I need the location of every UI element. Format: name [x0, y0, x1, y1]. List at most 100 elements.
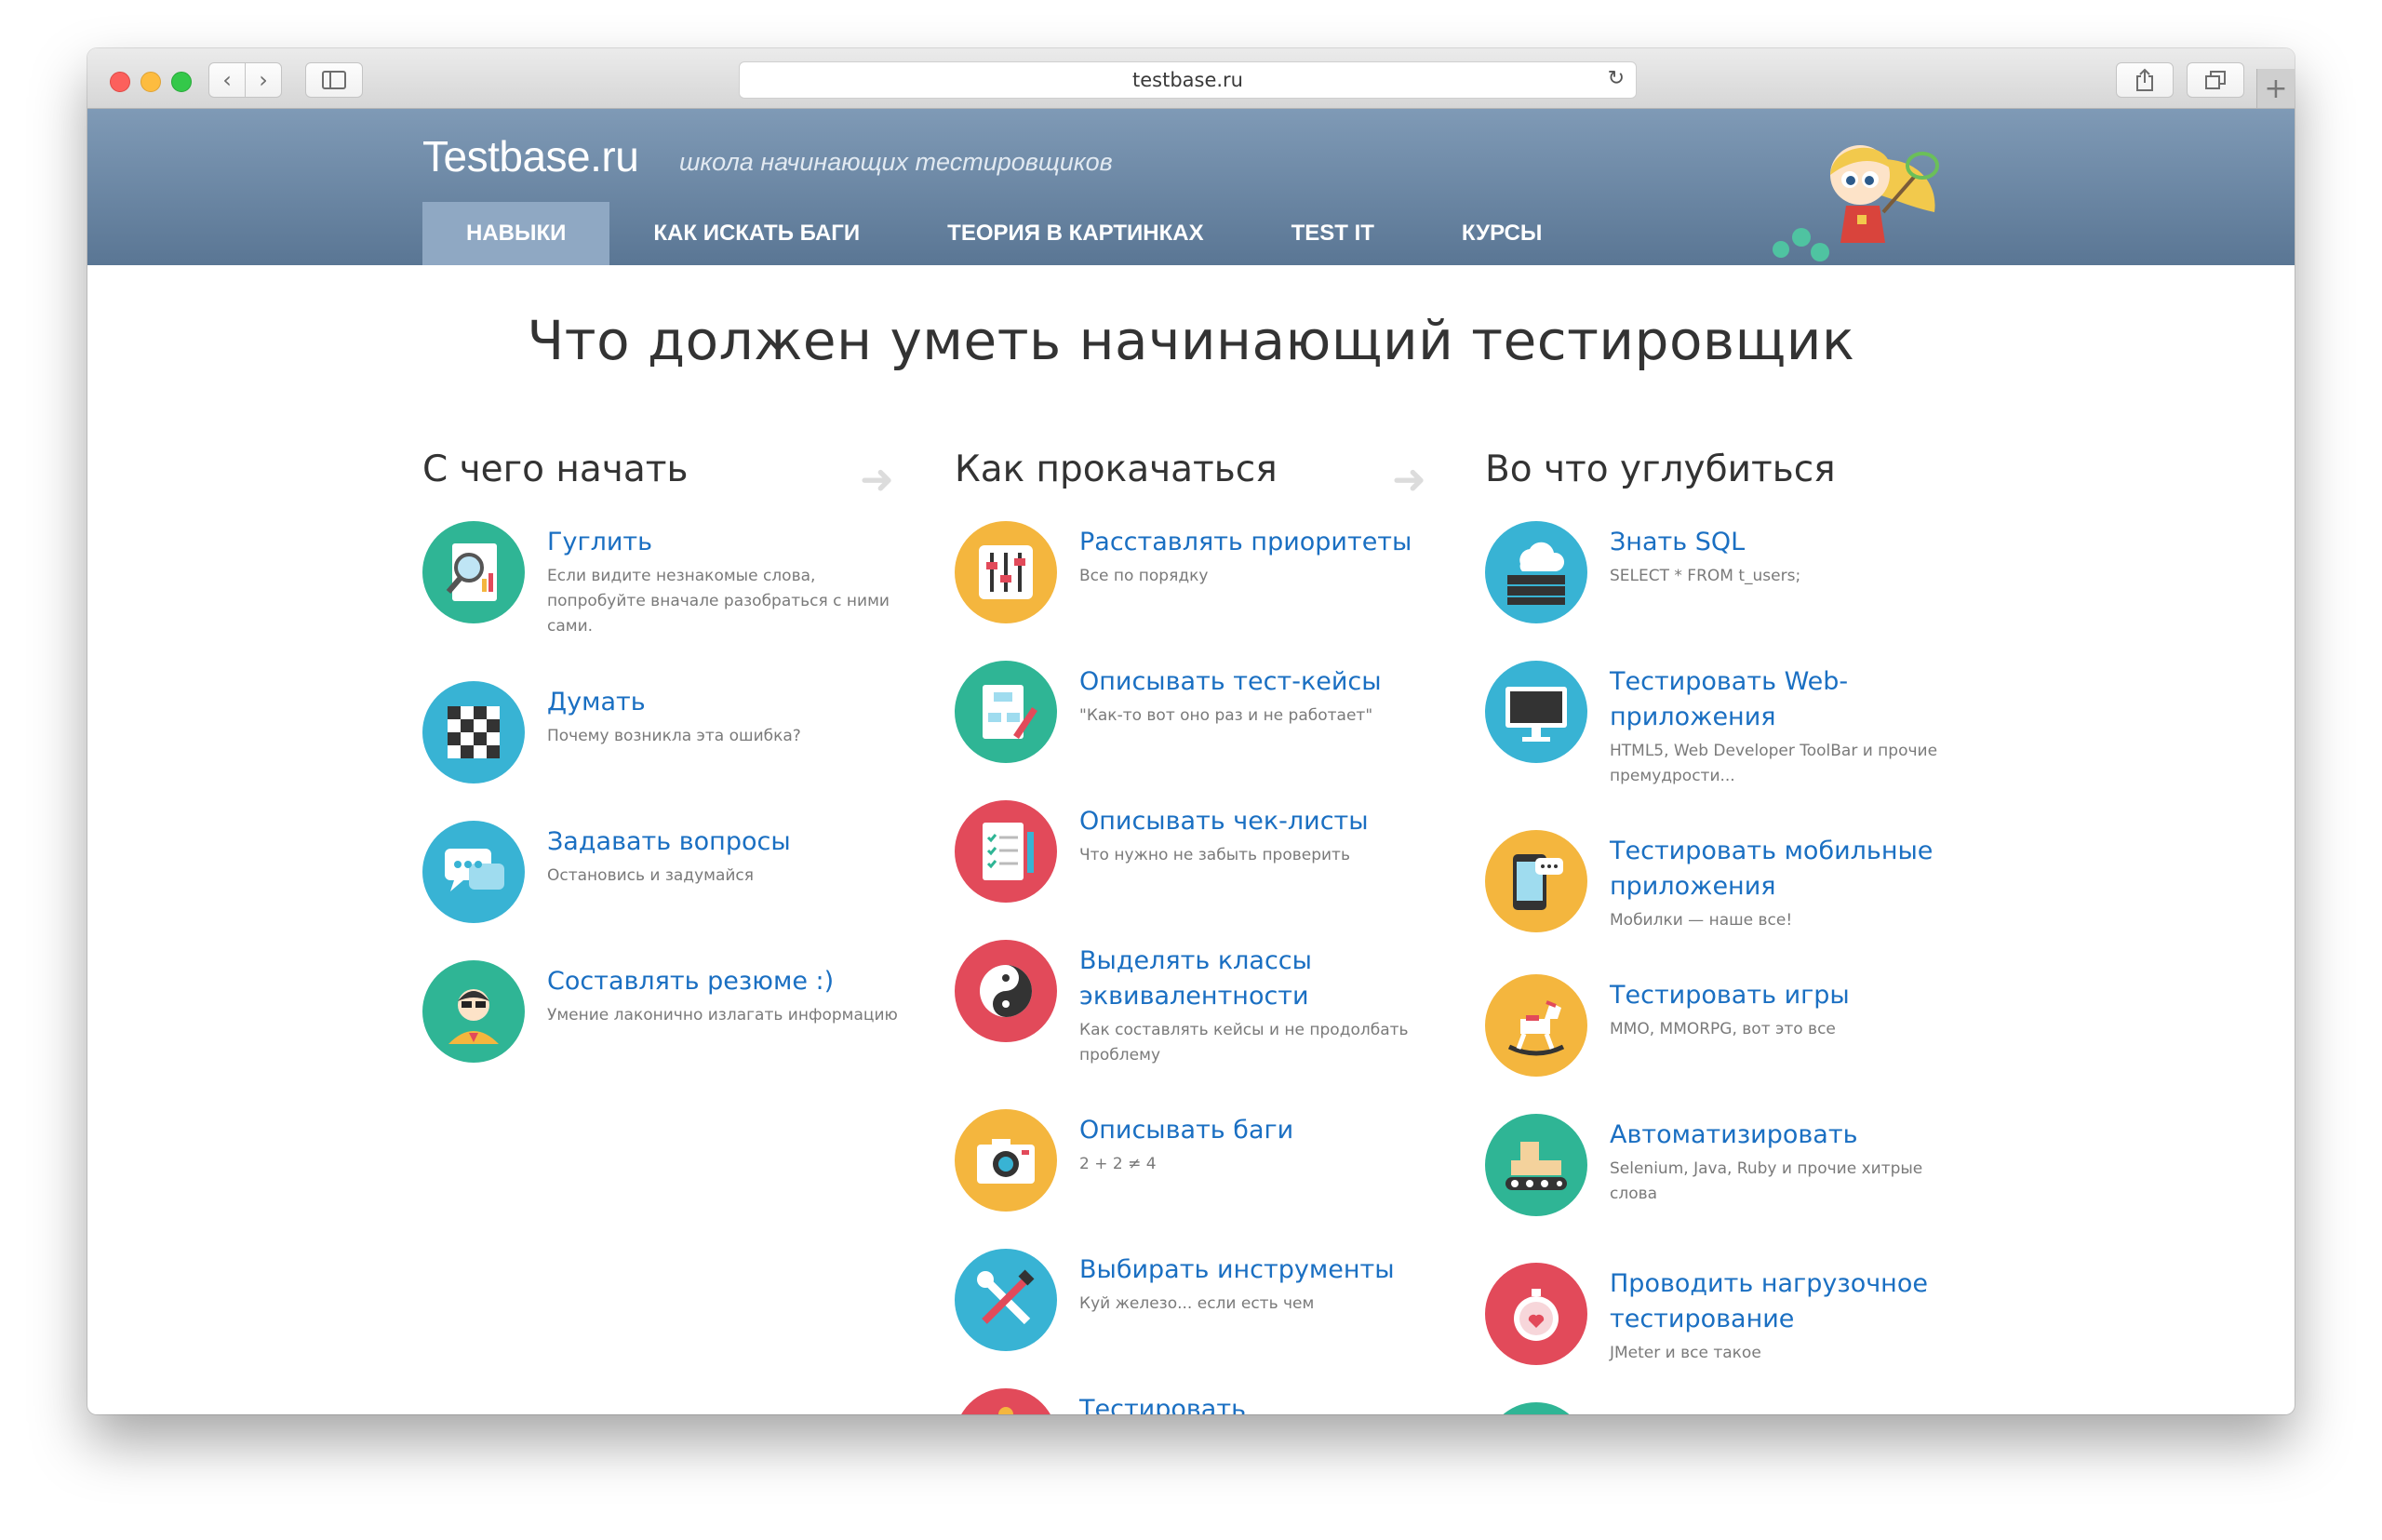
chat-bubbles-icon — [422, 821, 525, 923]
tabs-overview-icon — [2205, 71, 2226, 89]
zoom-window-button[interactable] — [171, 72, 192, 92]
skill-title[interactable]: Задавать вопросы — [547, 824, 910, 860]
url-text: testbase.ru — [1131, 69, 1243, 91]
sidebar-toggle-button[interactable] — [305, 62, 363, 98]
skill-item-games[interactable]: Тестировать игры MMO, MMORPG, вот это вс… — [1485, 974, 1969, 1114]
skill-title[interactable]: Знать SQL — [1610, 525, 1973, 560]
minimize-window-button[interactable] — [141, 72, 161, 92]
skill-item-checklists[interactable]: Описывать чек-листы Что нужно не забыть … — [955, 800, 1439, 940]
site-header: Testbase.ru школа начинающих тестировщик… — [87, 109, 2295, 265]
skill-title[interactable]: Тестировать документацию — [1079, 1392, 1442, 1414]
main-menu: НАВЫКИ КАК ИСКАТЬ БАГИ ТЕОРИЯ В КАРТИНКА… — [422, 202, 1586, 265]
back-button[interactable]: ‹ — [208, 62, 246, 98]
skill-description: Умение лаконично излагать информацию — [547, 1006, 898, 1024]
rocking-horse-icon — [1485, 974, 1587, 1077]
address-bar[interactable]: testbase.ru ↻ — [739, 61, 1637, 99]
skill-item-sql[interactable]: Знать SQL SELECT * FROM t_users; — [1485, 521, 1969, 661]
smartphone-icon — [1485, 830, 1587, 932]
flowchart-pencil-icon — [955, 661, 1057, 763]
yin-yang-icon — [955, 940, 1057, 1042]
close-window-button[interactable] — [110, 72, 130, 92]
chess-board-icon — [422, 681, 525, 783]
skill-description: Что нужно не забыть проверить — [1079, 846, 1350, 864]
skill-item-automation[interactable]: Автоматизировать Selenium, Java, Ruby и … — [1485, 1114, 1969, 1263]
skill-item-web-apps[interactable]: Тестировать Web-приложения HTML5, Web De… — [1485, 661, 1969, 830]
skill-title[interactable]: Описывать чек-листы — [1079, 804, 1442, 839]
skill-item-priorities[interactable]: Расставлять приоритеты Все по порядку — [955, 521, 1439, 661]
skill-title[interactable]: Описывать баги — [1079, 1113, 1442, 1148]
menu-item-test-it[interactable]: TEST IT — [1248, 202, 1418, 265]
partial-icon — [1485, 1402, 1587, 1414]
camera-icon — [955, 1109, 1057, 1212]
skill-description: Все по порядку — [1079, 567, 1209, 585]
skill-title[interactable]: Описывать тест-кейсы — [1079, 664, 1442, 700]
column-title: Во что углубиться — [1485, 449, 1836, 490]
forward-button[interactable]: › — [245, 62, 282, 98]
skill-item-test-cases[interactable]: Описывать тест-кейсы "Как-то вот оно раз… — [955, 661, 1439, 800]
skill-title[interactable]: Тестировать игры — [1610, 978, 1973, 1013]
skill-description: Если видите незнакомые слова, попробуйте… — [547, 567, 890, 636]
document-icon — [955, 1388, 1057, 1414]
column-level-up: Как прокачаться ➜ Расставлять приоритеты… — [955, 449, 1439, 1414]
person-avatar-icon — [422, 960, 525, 1063]
stopwatch-icon — [1485, 1263, 1587, 1365]
skill-item-think[interactable]: Думать Почему возникла эта ошибка? — [422, 681, 906, 821]
skill-item-mobile-apps[interactable]: Тестировать мобильные приложения Мобилки… — [1485, 830, 1969, 974]
chevron-right-icon: › — [259, 67, 268, 93]
skill-item-resume[interactable]: Составлять резюме :) Умение лаконично из… — [422, 960, 906, 1100]
chevron-left-icon: ‹ — [222, 67, 232, 93]
skill-title[interactable]: Проводить нагрузочное тестирование — [1610, 1266, 1973, 1337]
skill-description: SELECT * FROM t_users; — [1610, 567, 1801, 585]
menu-item-find-bugs[interactable]: КАК ИСКАТЬ БАГИ — [609, 202, 903, 265]
reload-icon[interactable]: ↻ — [1608, 67, 1625, 90]
menu-item-skills[interactable]: НАВЫКИ — [422, 202, 610, 265]
skill-title[interactable]: Тестировать мобильные приложения — [1610, 834, 1973, 904]
menu-item-theory[interactable]: ТЕОРИЯ В КАРТИНКАХ — [903, 202, 1247, 265]
search-chart-icon — [422, 521, 525, 623]
share-button[interactable] — [2116, 62, 2174, 98]
skill-title[interactable]: Автоматизировать — [1610, 1118, 1973, 1153]
conveyor-icon — [1485, 1114, 1587, 1216]
skill-title[interactable]: Выбирать инструменты — [1079, 1252, 1442, 1288]
skill-item-questions[interactable]: Задавать вопросы Остановись и задумайся — [422, 821, 906, 960]
arrow-right-icon: ➜ — [1392, 456, 1426, 503]
skill-description: Мобилки — наше все! — [1610, 911, 1793, 930]
share-icon — [2136, 68, 2153, 91]
plus-icon: + — [2264, 72, 2288, 105]
skill-item-google[interactable]: Гуглить Если видите незнакомые слова, по… — [422, 521, 906, 681]
skill-description: 2 + 2 ≠ 4 — [1079, 1155, 1157, 1173]
skill-description: HTML5, Web Developer ToolBar и прочие пр… — [1610, 742, 1938, 785]
browser-window: ‹ › testbase.ru ↻ + Testbase.ru школа на… — [87, 48, 2295, 1414]
skill-title[interactable]: Тестировать Web-приложения — [1610, 664, 1973, 735]
checklist-icon — [955, 800, 1057, 903]
skill-item-equivalence-classes[interactable]: Выделять классы эквивалентности Как сост… — [955, 940, 1439, 1109]
skill-item-docs[interactable]: Тестировать документацию — [955, 1388, 1439, 1414]
arrow-right-icon: ➜ — [860, 456, 894, 503]
wrench-screwdriver-icon — [955, 1249, 1057, 1351]
mascot-illustration — [1773, 145, 1939, 261]
skill-title[interactable]: Думать — [547, 685, 910, 720]
skill-description: "Как-то вот оно раз и не работает" — [1079, 706, 1373, 725]
skill-title[interactable]: Составлять резюме :) — [547, 964, 910, 999]
skill-description: Почему возникла эта ошибка? — [547, 727, 801, 745]
column-title: С чего начать — [422, 449, 689, 490]
skill-description: Остановись и задумайся — [547, 866, 754, 885]
skill-item-load-testing[interactable]: Проводить нагрузочное тестирование JMete… — [1485, 1263, 1969, 1402]
column-start: С чего начать ➜ Гуглить Если видите незн… — [422, 449, 906, 1100]
skill-description: Selenium, Java, Ruby и прочие хитрые сло… — [1610, 1159, 1923, 1203]
site-logo[interactable]: Testbase.ru — [422, 131, 639, 181]
browser-toolbar: ‹ › testbase.ru ↻ + — [87, 48, 2295, 109]
new-tab-button[interactable]: + — [2256, 69, 2295, 108]
skill-title[interactable]: Расставлять приоритеты — [1079, 525, 1442, 560]
cloud-database-icon — [1485, 521, 1587, 623]
show-tabs-button[interactable] — [2187, 62, 2244, 98]
skill-title[interactable]: Гуглить — [547, 525, 910, 560]
skill-item-bug-reports[interactable]: Описывать баги 2 + 2 ≠ 4 — [955, 1109, 1439, 1249]
skill-description: MMO, MMORPG, вот это все — [1610, 1020, 1836, 1038]
skill-item-partial[interactable] — [1485, 1402, 1969, 1414]
menu-item-courses[interactable]: КУРСЫ — [1418, 202, 1586, 265]
skill-item-tools[interactable]: Выбирать инструменты Куй железо... если … — [955, 1249, 1439, 1388]
skill-title[interactable]: Выделять классы эквивалентности — [1079, 944, 1442, 1014]
column-title: Как прокачаться — [955, 449, 1278, 490]
skill-description: JMeter и все такое — [1610, 1344, 1761, 1362]
